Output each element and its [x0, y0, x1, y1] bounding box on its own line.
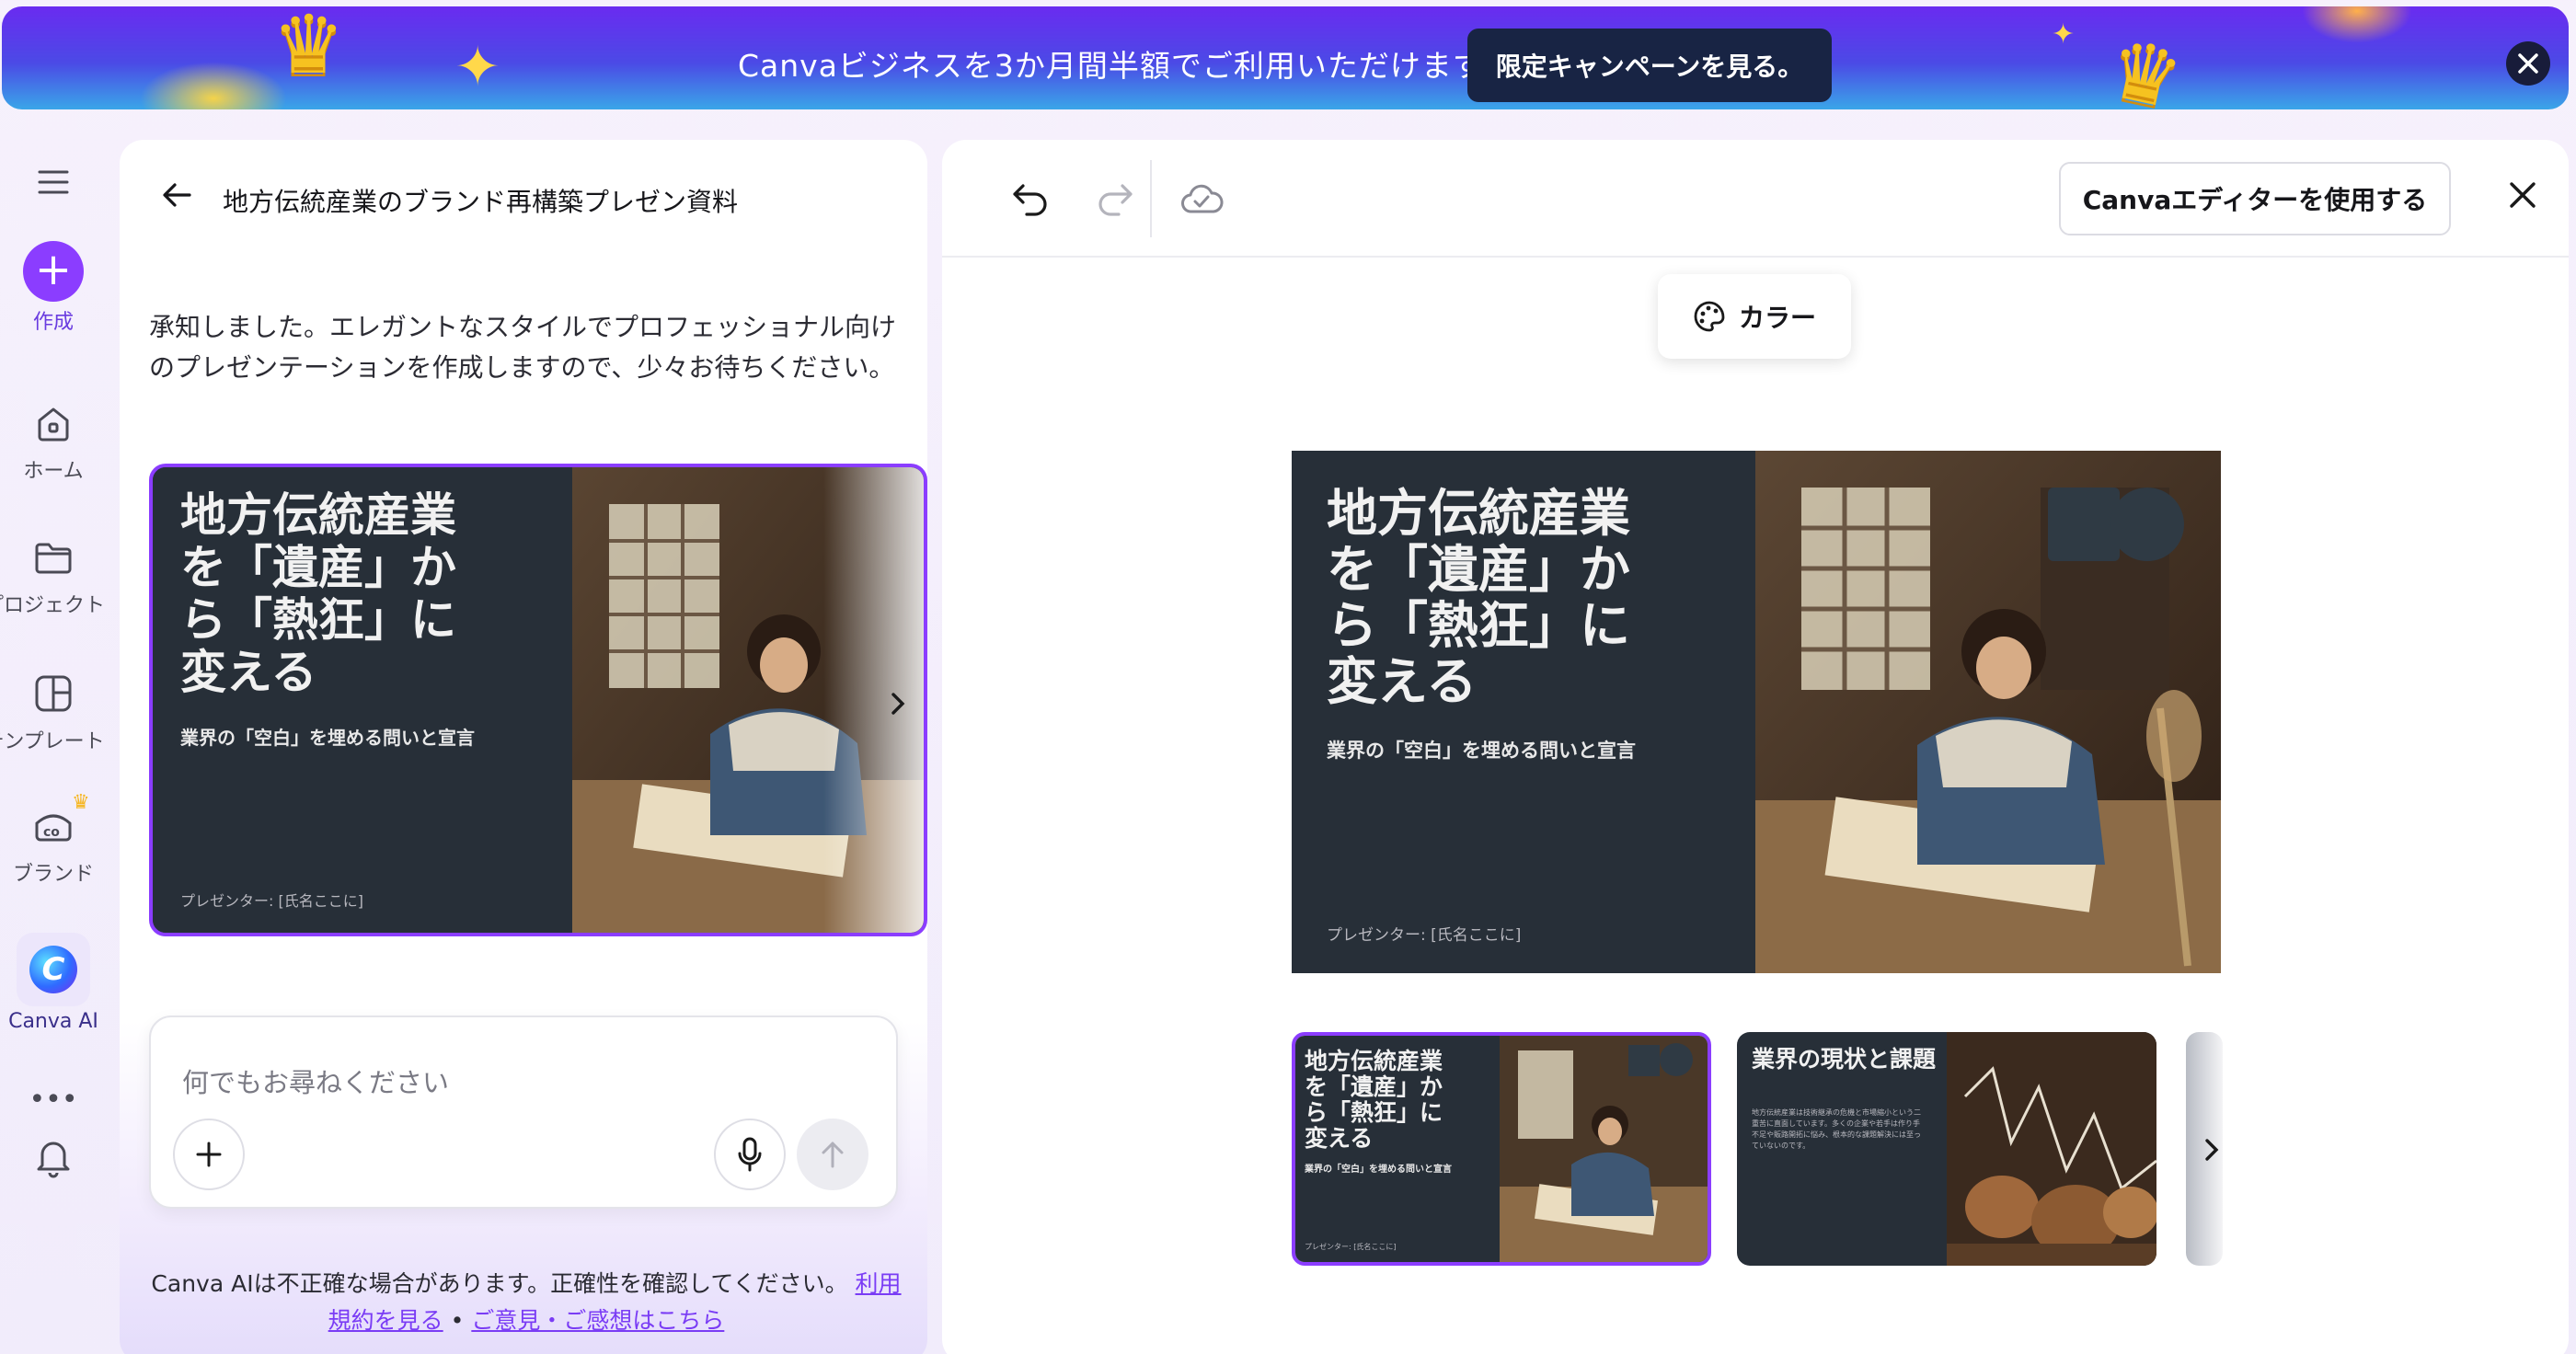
cloud-check-icon: [1181, 184, 1224, 213]
voice-input-button[interactable]: [714, 1119, 786, 1190]
slide-presenter: プレゼンター: [氏名ここに]: [1327, 926, 1522, 945]
plus-icon: +: [23, 241, 84, 302]
chevron-right-icon: [2205, 1139, 2219, 1161]
undo-button[interactable]: [1006, 175, 1054, 223]
thumb-subtitle: 業界の「空白」を埋める問いと宣言: [1305, 1165, 1452, 1175]
canva-ai-icon: C: [29, 946, 77, 993]
brand-icon: co: [35, 814, 72, 842]
color-label: カラー: [1738, 303, 1816, 333]
bell-icon: [37, 1142, 70, 1178]
save-status-button[interactable]: [1178, 175, 1225, 223]
sidebar-item-label: テンプレート: [0, 730, 105, 753]
chat-title: 地方伝統産業のブランド再構築プレゼン資料: [223, 187, 739, 217]
plus-icon: [196, 1142, 222, 1167]
sidebar-item-home[interactable]: ホーム: [0, 396, 107, 484]
sidebar-item-label: ブランド: [12, 863, 94, 886]
crown-icon: ♛: [272, 6, 345, 92]
chat-input-box[interactable]: 何でもお尋ねください: [149, 1016, 898, 1209]
menu-button[interactable]: [0, 155, 107, 210]
sidebar-item-projects[interactable]: プロジェクト: [0, 530, 107, 618]
artisan-photo: [572, 467, 924, 933]
home-icon: [38, 407, 69, 442]
add-attachment-button[interactable]: [173, 1119, 245, 1190]
close-icon: [2510, 182, 2536, 208]
sidebar-item-templates[interactable]: テンプレート: [0, 666, 107, 754]
sidebar-item-brand[interactable]: co ♛ ブランド: [0, 791, 107, 887]
slide-presenter: プレゼンター: [氏名ここに]: [180, 892, 363, 910]
chat-panel: 地方伝統産業のブランド再構築プレゼン資料 承知しました。エレガントなスタイルでプ…: [120, 140, 927, 1354]
microphone-icon: [738, 1137, 762, 1172]
slide-title: 地方伝統産業を「遺産」から「熱狂」に変える: [1327, 484, 1631, 711]
crown-icon: ♛: [2099, 19, 2191, 109]
open-editor-button[interactable]: Canvaエディターを使用する: [2059, 162, 2451, 235]
thumb-title: 業界の現状と課題: [1752, 1046, 1937, 1073]
sidebar-item-canva-ai[interactable]: C Canva AI: [0, 933, 107, 1033]
thumb-title: 地方伝統産業を「遺産」から「熱狂」に変える: [1305, 1048, 1443, 1152]
color-button[interactable]: カラー: [1658, 274, 1851, 359]
artisan-photo: [1755, 451, 2221, 973]
left-rail: + 作成 ホーム プロジェクト テンプレート co ♛ ブランド C Canva…: [0, 138, 107, 1354]
template-icon: [35, 675, 72, 712]
slide-preview-card[interactable]: 地方伝統産業を「遺産」から「熱狂」に変える 業界の「空白」を埋める問いと宣言 プ…: [149, 464, 927, 936]
banner-close-button[interactable]: [2506, 41, 2550, 86]
chevron-right-icon: [891, 693, 905, 715]
sparkle-icon: ✦: [2052, 18, 2076, 51]
editor-toolbar: Canvaエディターを使用する: [942, 140, 2569, 258]
sidebar-item-label: プロジェクト: [0, 594, 105, 617]
back-button[interactable]: [158, 177, 195, 217]
more-icon: •••: [29, 1083, 78, 1116]
banner-glow: [140, 62, 287, 109]
slide-subtitle: 業界の「空白」を埋める問いと宣言: [180, 727, 475, 749]
campaign-button[interactable]: 限定キャンペーンを見る。: [1467, 29, 1832, 102]
thumb-body: 地方伝統産業は技術継承の危機と市場縮小という二重苦に直面しています。多くの企業や…: [1752, 1108, 1921, 1150]
redo-icon: [1098, 184, 1133, 216]
sparkle-icon: ✦: [454, 35, 501, 99]
editor-panel: Canvaエディターを使用する カラー 地方伝統産業を「遺産」から「熱狂」に変え…: [942, 140, 2569, 1354]
banner-glow: [2302, 6, 2412, 43]
chat-input-placeholder[interactable]: 何でもお尋ねください: [182, 1061, 449, 1100]
banner-text: Canvaビジネスを3か月間半額でご利用いただけます。: [738, 48, 1512, 84]
thumb-slide: 業界の現状と課題 地方伝統産業は技術継承の危機と市場縮小という二重苦に直面してい…: [1737, 1032, 2156, 1266]
thumb-slide: 地方伝統産業を「遺産」から「熱狂」に変える 業界の「空白」を埋める問いと宣言 プ…: [1295, 1036, 1708, 1262]
sidebar-item-label: 作成: [32, 311, 74, 334]
next-thumbnail-button[interactable]: [2193, 1131, 2230, 1168]
svg-text:co: co: [43, 825, 60, 840]
palette-icon: [1694, 301, 1725, 332]
disclaimer-separator: •: [450, 1307, 465, 1334]
more-button[interactable]: •••: [0, 1083, 107, 1116]
promo-banner: ♛ ✦ ✦ ♛ Canvaビジネスを3か月間半額でご利用いただけます。 限定キャ…: [2, 6, 2569, 109]
assistant-message: 承知しました。エレガントなスタイルでプロフェッショナル向けのプレゼンテーションを…: [149, 312, 897, 383]
toolbar-divider: [1150, 160, 1152, 237]
notifications-button[interactable]: [0, 1130, 107, 1185]
artisan-photo: [1500, 1036, 1708, 1262]
folder-icon: [35, 543, 72, 574]
close-icon: [2518, 53, 2538, 74]
pottery-photo: [1947, 1032, 2156, 1266]
send-button[interactable]: [797, 1119, 868, 1190]
slide-thumbnail-1[interactable]: 地方伝統産業を「遺産」から「熱狂」に変える 業界の「空白」を埋める問いと宣言 プ…: [1292, 1032, 1711, 1266]
canva-ai-tile: C: [17, 933, 90, 1006]
slide-preview: 地方伝統産業を「遺産」から「熱狂」に変える 業界の「空白」を埋める問いと宣言 プ…: [153, 467, 924, 933]
sidebar-item-label: ホーム: [23, 460, 84, 483]
arrow-left-icon: [163, 183, 191, 207]
next-slide-button[interactable]: [880, 685, 916, 722]
ai-disclaimer: Canva AIは不正確な場合があります。正確性を確認してください。 利用規約を…: [149, 1266, 903, 1339]
crown-badge-icon: ♛: [72, 791, 90, 814]
slide-title: 地方伝統産業を「遺産」から「熱狂」に変える: [180, 488, 456, 699]
close-editor-button[interactable]: [2504, 177, 2541, 217]
disclaimer-text: Canva AIは不正確な場合があります。正確性を確認してください。: [151, 1270, 848, 1297]
undo-icon: [1013, 184, 1047, 216]
hamburger-icon: [38, 170, 69, 194]
slide-subtitle: 業界の「空白」を埋める問いと宣言: [1327, 740, 1636, 762]
thumb-presenter: プレゼンター: [氏名ここに]: [1305, 1243, 1397, 1251]
sidebar-item-create[interactable]: + 作成: [0, 241, 107, 335]
main-slide[interactable]: 地方伝統産業を「遺産」から「熱狂」に変える 業界の「空白」を埋める問いと宣言 プ…: [1292, 451, 2221, 973]
sidebar-item-label: Canva AI: [8, 1010, 98, 1033]
slide-thumbnail-2[interactable]: 業界の現状と課題 地方伝統産業は技術継承の危機と市場縮小という二重苦に直面してい…: [1737, 1032, 2156, 1266]
redo-button[interactable]: [1091, 175, 1139, 223]
arrow-up-icon: [822, 1142, 844, 1168]
feedback-link[interactable]: ご意見・ご感想はこちら: [471, 1307, 724, 1334]
